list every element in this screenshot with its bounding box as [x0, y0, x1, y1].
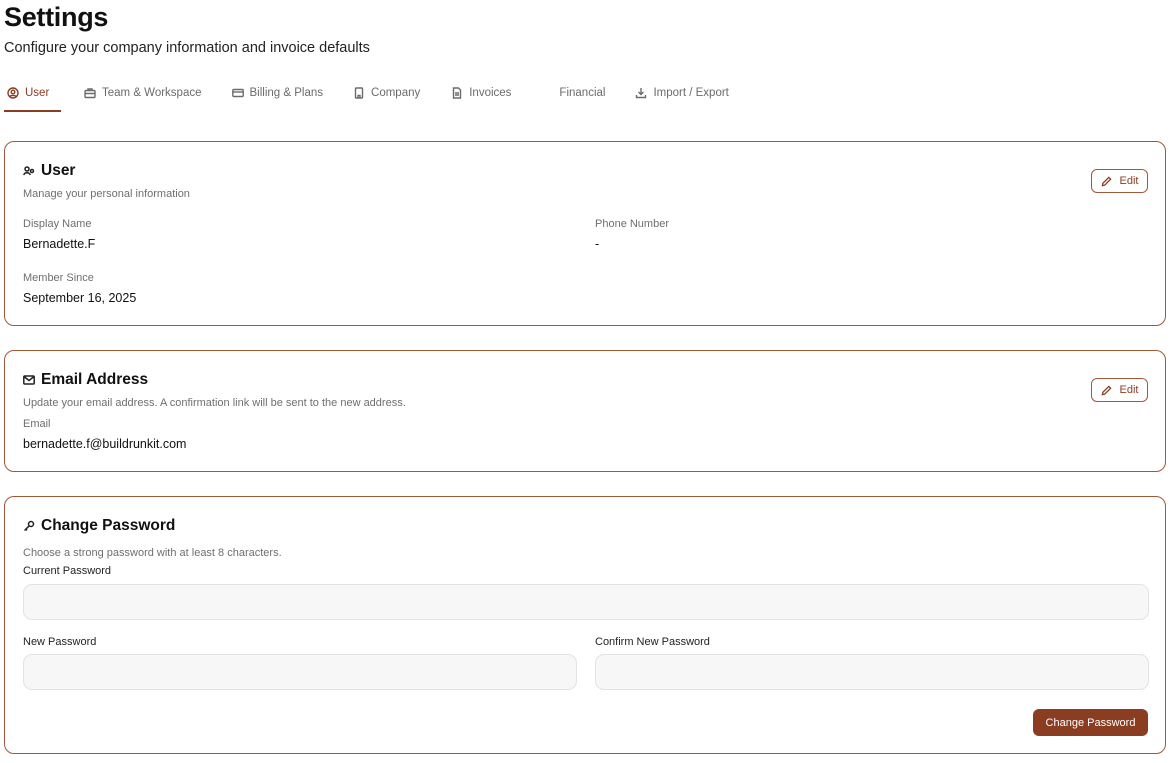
tab-user[interactable]: User [4, 84, 61, 112]
document-icon [453, 87, 462, 99]
mail-icon [23, 375, 35, 385]
password-card-header: Change Password [23, 517, 175, 535]
tab-import-export[interactable]: Import / Export [632, 84, 731, 102]
user-circle-icon [7, 87, 19, 99]
user-card: User Manage your personal information Ed… [4, 141, 1166, 326]
page-subtitle: Configure your company information and i… [4, 40, 370, 56]
user-card-header: User [23, 162, 75, 180]
current-password-label: Current Password [23, 565, 112, 577]
change-password-button[interactable]: Change Password [1033, 709, 1148, 736]
change-password-card: Change Password Choose a strong password… [4, 496, 1166, 754]
confirm-password-input[interactable] [595, 654, 1149, 690]
card-title: Email Address [41, 371, 149, 388]
card-title: Change Password [41, 517, 176, 534]
tab-label: Financial [559, 87, 606, 99]
users-icon [23, 166, 35, 176]
tab-label: User [25, 87, 50, 99]
key-icon [23, 520, 35, 532]
tab-team-workspace[interactable]: Team & Workspace [81, 84, 205, 102]
email-label: Email [23, 418, 51, 430]
tab-label: Company [371, 87, 421, 99]
new-password-input[interactable] [23, 654, 577, 690]
edit-email-button[interactable]: Edit [1091, 378, 1148, 402]
tab-billing-plans[interactable]: Billing & Plans [229, 84, 327, 102]
phone-number-value: - [595, 237, 600, 251]
tab-label: Billing & Plans [249, 87, 324, 99]
download-icon [636, 88, 647, 99]
card-description: Choose a strong password with at least 8… [23, 547, 282, 559]
email-card-header: Email Address [23, 371, 148, 389]
phone-number-label: Phone Number [595, 218, 669, 230]
tab-invoices[interactable]: Invoices [448, 84, 514, 102]
credit-card-icon [231, 88, 244, 98]
pencil-icon [1101, 384, 1112, 395]
card-description: Update your email address. A confirmatio… [23, 397, 406, 409]
card-description: Manage your personal information [23, 188, 190, 200]
edit-label: Edit [1119, 384, 1139, 396]
member-since-value: September 16, 2025 [23, 291, 137, 305]
new-password-label: New Password [23, 636, 97, 648]
confirm-password-label: Confirm New Password [595, 636, 710, 648]
card-title: User [41, 162, 76, 179]
member-since-label: Member Since [23, 272, 94, 284]
tab-label: Import / Export [653, 87, 729, 99]
pencil-icon [1101, 175, 1112, 186]
tab-financial[interactable]: Financial [556, 84, 608, 102]
display-name-label: Display Name [23, 218, 92, 230]
tab-company[interactable]: Company [350, 84, 423, 102]
edit-label: Edit [1119, 175, 1139, 187]
edit-user-button[interactable]: Edit [1091, 169, 1148, 193]
current-password-input[interactable] [23, 584, 1149, 620]
page-title: Settings [4, 2, 109, 32]
settings-tabs: User Team & Workspace Billing & Plans Co… [4, 84, 732, 112]
briefcase-icon [84, 88, 96, 99]
email-value: bernadette.f@buildrunkit.com [23, 437, 187, 451]
building-icon [354, 87, 364, 99]
display-name-value: Bernadette.F [23, 237, 96, 251]
tab-label: Team & Workspace [102, 87, 202, 99]
email-card: Email Address Update your email address.… [4, 350, 1166, 472]
tab-label: Invoices [469, 87, 512, 99]
